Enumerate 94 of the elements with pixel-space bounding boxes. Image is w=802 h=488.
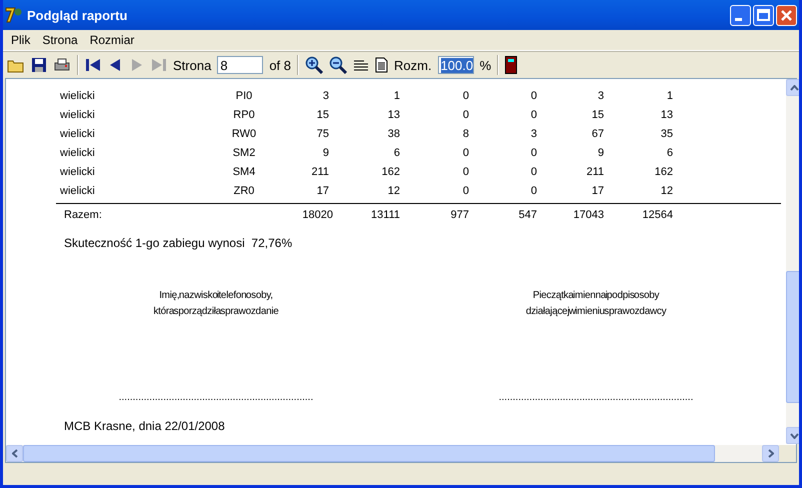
table-cell-text: 0: [530, 108, 537, 120]
table-cell-text: 0: [462, 184, 469, 196]
signature-line: ......................................................................: [498, 392, 694, 403]
scroll-thumb[interactable]: [786, 271, 799, 403]
table-cell-text: ZR0: [232, 184, 256, 196]
table-cell-text: 162: [654, 166, 673, 178]
table-cell-text: PI0: [234, 90, 254, 102]
table-cell-text: wielicki: [60, 166, 96, 178]
table-cell-text: 15: [590, 108, 604, 120]
close-icon: [781, 10, 792, 20]
total-cell-text: 977: [450, 208, 469, 220]
zoom-in-icon[interactable]: [305, 56, 323, 74]
total-cell-text: 17043: [572, 208, 604, 220]
table-cell-text: 1: [666, 90, 673, 102]
table-cell-text: 67: [590, 128, 604, 140]
table-cell-text: 3: [530, 128, 537, 140]
scroll-up-button[interactable]: [786, 79, 799, 96]
menu-item[interactable]: Rozmiar: [84, 33, 140, 47]
table-cell-text: 0: [462, 108, 469, 120]
table-cell-text: 17: [590, 184, 604, 196]
table-cell-text: 0: [530, 146, 537, 158]
page-width-icon[interactable]: [353, 58, 369, 72]
minimize-icon: [735, 18, 742, 20]
table-cell-text: 6: [666, 146, 673, 158]
zoom-out-icon[interactable]: [329, 56, 347, 74]
total-cell-text: 547: [518, 208, 537, 220]
table-cell-text: RP0: [232, 108, 256, 120]
printer-icon[interactable]: [53, 57, 71, 73]
table-cell-text: 13: [660, 108, 673, 120]
scroll-left-button[interactable]: [6, 445, 23, 462]
table-cell-text: 211: [310, 166, 329, 178]
table-cell-text: 6: [392, 146, 400, 158]
table-cell-text: 1: [392, 90, 400, 102]
summary-text: Skuteczność 1-go zabiegu wynosi 72,76%: [64, 236, 294, 250]
table-cell-text: 35: [660, 128, 673, 140]
table-cell-text: 13: [386, 108, 400, 120]
table-cell-text: 211: [585, 166, 604, 178]
zoom-label: Rozm.: [394, 58, 432, 72]
signature-caption: która sporządziła sprawozdanie: [153, 305, 279, 319]
page-field[interactable]: 8: [217, 56, 264, 74]
exit-door-icon[interactable]: [505, 56, 518, 74]
close-button[interactable]: [776, 4, 797, 26]
percent-label: %: [480, 58, 492, 72]
table-cell-text: wielicki: [60, 108, 96, 120]
maximize-icon: [757, 9, 770, 21]
table-cell-text: 0: [530, 166, 537, 178]
table-cell-text: 0: [530, 90, 537, 102]
zoom-field[interactable]: 100.0: [438, 56, 474, 74]
save-icon[interactable]: [31, 57, 47, 73]
table-cell-text: wielicki: [60, 184, 96, 196]
minimize-button[interactable]: [730, 4, 751, 26]
total-cell-text: 13111: [370, 208, 400, 220]
table-cell-text: 9: [596, 146, 604, 158]
table-cell-text: wielicki: [60, 90, 96, 102]
menu-item[interactable]: Plik: [5, 33, 36, 47]
table-cell-text: 0: [530, 184, 537, 196]
table-cell-text: 12: [386, 184, 400, 196]
total-cell-text: 18020: [301, 208, 333, 220]
signature-line: ......................................................................: [118, 392, 314, 403]
table-cell-text: wielicki: [60, 128, 96, 140]
table-cell-text: RW0: [230, 128, 258, 140]
vertical-scrollbar[interactable]: [786, 79, 799, 444]
table-cell-text: 75: [316, 128, 329, 140]
document-icon[interactable]: [375, 57, 388, 73]
signature-caption: Imię, nazwisko i telefon osoby,: [159, 289, 273, 303]
skip-back-icon[interactable]: [85, 58, 101, 72]
table-cell-text: SM2: [232, 146, 256, 158]
scroll-down-button[interactable]: [786, 427, 799, 444]
table-cell-text: 162: [380, 166, 400, 178]
page-label: Strona: [173, 58, 212, 72]
table-cell-text: 12: [660, 184, 673, 196]
maximize-button[interactable]: [753, 4, 774, 26]
menu-item[interactable]: Strona: [36, 33, 84, 47]
table-cell-text: 17: [316, 184, 329, 196]
table-cell-text: 0: [462, 166, 469, 178]
page-total: of 8: [269, 58, 291, 72]
table-cell-text: 3: [322, 90, 329, 102]
table-cell-text: 0: [462, 90, 469, 102]
signature-caption: Pieczątka imienna i podpis osoby: [532, 289, 660, 303]
total-cell-text: Razem:: [64, 208, 103, 220]
table-cell-text: 3: [596, 90, 604, 102]
table-cell-text: 8: [462, 128, 469, 140]
signature-caption: działającej w imieniu sprawozdawcy: [526, 305, 666, 319]
app-icon: [5, 6, 23, 24]
table-cell-text: 0: [462, 146, 469, 158]
scroll-right-button[interactable]: [762, 445, 779, 462]
footer-text: MCB Krasne, dnia 22/01/2008: [64, 419, 226, 433]
total-cell-text: 12564: [641, 208, 673, 220]
table-cell-text: 38: [386, 128, 400, 140]
window-title: Podgląd raportu: [27, 8, 128, 22]
table-cell-text: 9: [322, 146, 329, 158]
table-cell-text: wielicki: [60, 146, 96, 158]
table-cell-text: 15: [316, 108, 329, 120]
table-cell-text: SM4: [232, 166, 256, 178]
